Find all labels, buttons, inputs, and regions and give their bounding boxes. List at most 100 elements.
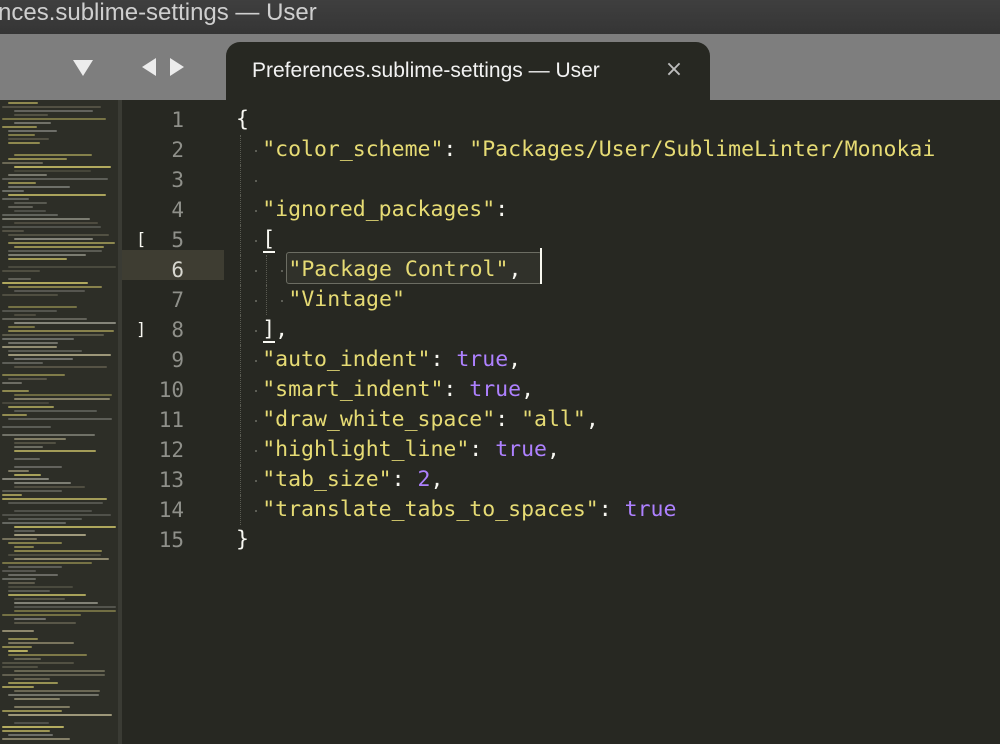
minimap-line	[14, 314, 36, 316]
line-number: 15	[158, 528, 184, 552]
minimap-line	[2, 310, 57, 312]
minimap-line	[8, 266, 116, 268]
fold-marker[interactable]: [	[136, 225, 146, 255]
minimap-line	[14, 238, 93, 240]
minimap-line	[14, 246, 104, 248]
minimap-line	[2, 578, 36, 580]
minimap-line	[2, 178, 108, 180]
line-number: 14	[158, 498, 184, 522]
code-token: ,	[508, 347, 522, 372]
minimap-line	[2, 646, 32, 648]
minimap-line	[2, 478, 49, 480]
minimap-line	[8, 286, 102, 288]
minimap-line	[2, 614, 81, 616]
minimap-line	[2, 282, 88, 284]
tab-title: Preferences.sublime-settings — User	[252, 59, 600, 82]
minimap-line	[2, 426, 51, 428]
tab-preferences[interactable]: Preferences.sublime-settings — User ×	[226, 42, 710, 100]
whitespace-dot	[255, 390, 258, 392]
fold-marker[interactable]: ]	[136, 315, 146, 345]
minimap-line	[14, 486, 85, 488]
line-number: 13	[158, 468, 184, 492]
code-line: "tab_size": 2,	[262, 465, 443, 495]
minimap-line	[14, 446, 43, 448]
minimap-line	[2, 294, 58, 296]
minimap-line	[14, 466, 62, 468]
code-line: "color_scheme": "Packages/User/SublimeLi…	[262, 135, 935, 165]
code-line: "Vintage"	[288, 285, 405, 315]
minimap-line	[2, 494, 22, 496]
minimap-line	[14, 438, 66, 440]
triangle-left-icon[interactable]	[140, 56, 158, 78]
minimap-line	[14, 322, 116, 324]
code-token: :	[598, 497, 625, 522]
code-token: "color_scheme"	[262, 137, 444, 162]
whitespace-dot	[281, 270, 284, 272]
minimap-line	[8, 254, 86, 256]
indent-guide	[240, 225, 241, 255]
minimap-line	[8, 654, 87, 656]
code-token: :	[443, 377, 470, 402]
minimap-line	[8, 594, 86, 596]
code-token: "draw_white_space"	[262, 407, 496, 432]
minimap-line	[8, 554, 101, 556]
code-token: [	[262, 227, 276, 252]
minimap-line	[8, 590, 50, 592]
minimap-line	[8, 250, 102, 252]
minimap-line	[2, 126, 37, 128]
indent-guide	[240, 285, 241, 315]
indent-guide	[240, 135, 241, 165]
minimap-line	[8, 278, 31, 280]
line-number: 2	[171, 138, 184, 162]
whitespace-dot	[255, 300, 258, 302]
minimap-line	[14, 222, 98, 224]
minimap-line	[2, 318, 87, 320]
whitespace-dot	[255, 330, 258, 332]
minimap-line	[14, 510, 92, 512]
code-token: "smart_indent"	[262, 377, 444, 402]
minimap-line	[2, 562, 92, 564]
minimap-line	[2, 382, 22, 384]
minimap-line	[2, 218, 90, 220]
whitespace-dot	[255, 270, 258, 272]
code-line: }	[236, 525, 249, 555]
minimap-line	[14, 458, 40, 460]
minimap-line	[2, 362, 43, 364]
indent-guide	[240, 405, 241, 435]
line-number: 4	[171, 198, 184, 222]
minimap-line	[14, 398, 110, 400]
indent-guide	[240, 315, 241, 345]
line-number: 7	[171, 288, 184, 312]
indent-guide	[240, 495, 241, 525]
code-token: 2	[417, 467, 431, 492]
minimap-line	[2, 662, 74, 664]
code-editor[interactable]: {"color_scheme": "Packages/User/SublimeL…	[236, 100, 1000, 744]
triangle-down-icon[interactable]	[70, 58, 96, 78]
minimap-line	[8, 182, 36, 184]
code-token: "auto_indent"	[262, 347, 431, 372]
minimap-line	[8, 418, 112, 420]
minimap-line	[2, 414, 27, 416]
minimap-line	[8, 134, 35, 136]
minimap-line	[14, 546, 34, 548]
whitespace-dot	[255, 420, 258, 422]
minimap-line	[8, 586, 73, 588]
code-token: ,	[430, 467, 444, 492]
code-token: "Vintage"	[288, 287, 405, 312]
minimap-line	[14, 558, 109, 560]
minimap-line	[8, 542, 62, 544]
triangle-right-icon[interactable]	[168, 56, 186, 78]
minimap-line	[8, 650, 28, 652]
line-number-gutter[interactable]: 1 2 3 4 5 6 7 8 9 10 11 12 13 14 15[]	[122, 100, 222, 744]
indent-guide	[240, 375, 241, 405]
line-number: 3	[171, 168, 184, 192]
close-icon[interactable]: ×	[662, 58, 686, 82]
minimap-line	[8, 306, 77, 308]
minimap[interactable]	[0, 100, 118, 744]
code-token: "all"	[521, 407, 586, 432]
minimap-line	[14, 450, 96, 452]
minimap-line	[14, 618, 46, 620]
code-token: "tab_size"	[262, 467, 392, 492]
line-number: 11	[158, 408, 184, 432]
code-token: true	[495, 437, 547, 462]
